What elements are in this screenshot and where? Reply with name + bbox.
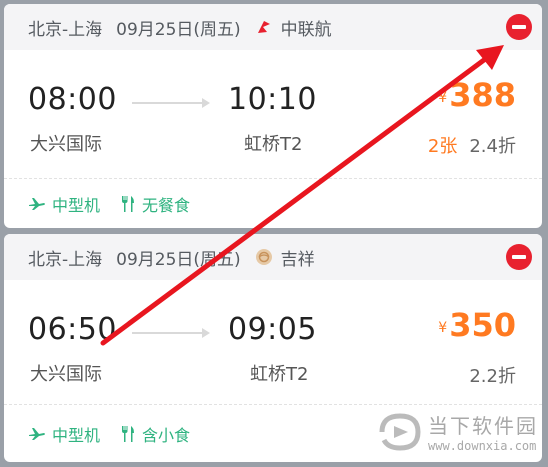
arrival-time: 10:10 [228, 82, 317, 117]
route-label: 北京-上海 [28, 19, 103, 40]
flight-tags: 中型机 无餐食 [28, 192, 210, 216]
aircraft-label: 中型机 [52, 196, 101, 215]
china-united-logo-icon [255, 18, 273, 36]
tickets-left: 2张 [427, 136, 458, 157]
price-info: 2张 2.4折 [428, 132, 516, 158]
price-info: 2.2折 [457, 362, 516, 388]
flight-header: 北京-上海 09月25日(周五) 中联航 [4, 4, 542, 50]
arrow-head-icon [202, 98, 210, 108]
meal-label: 无餐食 [142, 196, 191, 215]
currency-symbol: ¥ [438, 320, 448, 336]
plane-icon [29, 198, 45, 210]
divider [4, 404, 542, 405]
price-value: 350 [449, 306, 516, 344]
remove-button[interactable] [506, 14, 532, 40]
arrow-head-icon [202, 328, 210, 338]
minus-icon [512, 25, 526, 29]
airline-name: 中联航 [280, 19, 332, 40]
plane-icon [29, 428, 45, 440]
date-label: 09月25日(周五) [116, 249, 241, 270]
flight-header: 北京-上海 09月25日(周五) 吉祥 [4, 234, 542, 280]
discount: 2.2折 [469, 366, 516, 387]
meal-tag: 无餐食 [120, 192, 190, 216]
divider [4, 178, 542, 179]
route-arrow-icon [132, 332, 208, 334]
watermark-url: www.downxia.com [428, 439, 537, 453]
flight-times: 08:00 10:10 大兴国际 虹桥T2 ¥388 2张 2.4折 [4, 50, 542, 168]
downxia-logo-icon [379, 412, 421, 451]
arrival-airport: 虹桥T2 [244, 134, 303, 155]
juneyao-logo-icon [255, 248, 273, 266]
aircraft-label: 中型机 [52, 426, 101, 445]
flight-tags: 中型机 含小食 [28, 422, 210, 446]
flight-times: 06:50 09:05 大兴国际 虹桥T2 ¥350 2.2折 [4, 280, 542, 398]
meal-tag: 含小食 [120, 422, 190, 446]
departure-time: 08:00 [28, 82, 117, 117]
departure-airport: 大兴国际 [30, 364, 102, 385]
flight-card[interactable]: 北京-上海 09月25日(周五) 中联航 08:00 10:10 大兴国际 虹桥… [4, 4, 542, 228]
discount: 2.4折 [469, 136, 516, 157]
aircraft-tag: 中型机 [28, 192, 100, 216]
currency-symbol: ¥ [438, 90, 448, 106]
route-arrow-icon [132, 102, 208, 104]
meal-label: 含小食 [142, 426, 191, 445]
departure-time: 06:50 [28, 312, 117, 347]
airline-name: 吉祥 [280, 249, 315, 270]
price: ¥388 [438, 76, 516, 114]
fork-knife-icon [122, 196, 135, 212]
arrival-time: 09:05 [228, 312, 317, 347]
date-label: 09月25日(周五) [116, 19, 241, 40]
fork-knife-icon [122, 426, 135, 442]
arrival-airport: 虹桥T2 [250, 364, 309, 385]
remove-button[interactable] [506, 244, 532, 270]
watermark: 当下软件园 www.downxia.com [378, 410, 538, 453]
price-value: 388 [449, 76, 516, 114]
price: ¥350 [438, 306, 516, 344]
minus-icon [512, 255, 526, 259]
watermark-title: 当下软件园 [428, 414, 538, 438]
route-label: 北京-上海 [28, 249, 103, 270]
departure-airport: 大兴国际 [30, 134, 102, 155]
aircraft-tag: 中型机 [28, 422, 100, 446]
